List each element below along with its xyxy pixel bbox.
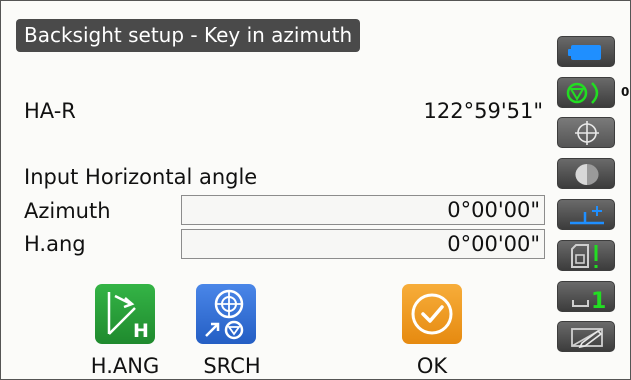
svg-text:H: H [133, 320, 149, 342]
page-title: Backsight setup - Key in azimuth [16, 19, 361, 52]
laser-status[interactable] [557, 158, 615, 189]
target-status[interactable] [557, 77, 615, 108]
checkmark-icon [411, 293, 453, 335]
h-ang-label: H.ang [24, 232, 86, 256]
ha-r-value: 122°59'51" [423, 99, 543, 123]
face-icon: 1 [572, 289, 606, 313]
face-status[interactable]: 1 [557, 281, 615, 313]
sd-card-status[interactable] [557, 240, 615, 271]
input-mode-icon [571, 328, 603, 349]
prism-constant-value: 0 [621, 85, 630, 99]
search-button[interactable] [196, 284, 256, 344]
h-ang-icon: H [107, 292, 149, 342]
h-ang-field[interactable]: 0°00'00" [181, 229, 545, 259]
offset-status[interactable] [557, 199, 615, 230]
h-ang-button-label: H.ANG [90, 354, 160, 378]
input-heading: Input Horizontal angle [24, 165, 258, 189]
sd-card-icon [571, 244, 598, 268]
ha-r-label: HA-R [24, 99, 76, 123]
offset-icon [570, 206, 604, 225]
azimuth-field[interactable]: 0°00'00" [181, 195, 545, 225]
input-mode-status[interactable] [557, 321, 615, 352]
ok-button-label: OK [416, 354, 448, 378]
tilt-status[interactable] [557, 117, 615, 148]
search-button-label: SRCH [203, 354, 261, 378]
search-target-icon [205, 289, 244, 340]
laser-icon [575, 164, 599, 185]
battery-status[interactable] [557, 36, 615, 67]
face-indicator-value: 1 [591, 289, 606, 313]
h-ang-button[interactable]: H [95, 284, 155, 344]
azimuth-label: Azimuth [24, 199, 111, 223]
tilt-icon [575, 121, 599, 145]
target-prism-icon [566, 82, 599, 104]
ok-button[interactable] [402, 284, 462, 344]
battery-icon [568, 45, 601, 60]
